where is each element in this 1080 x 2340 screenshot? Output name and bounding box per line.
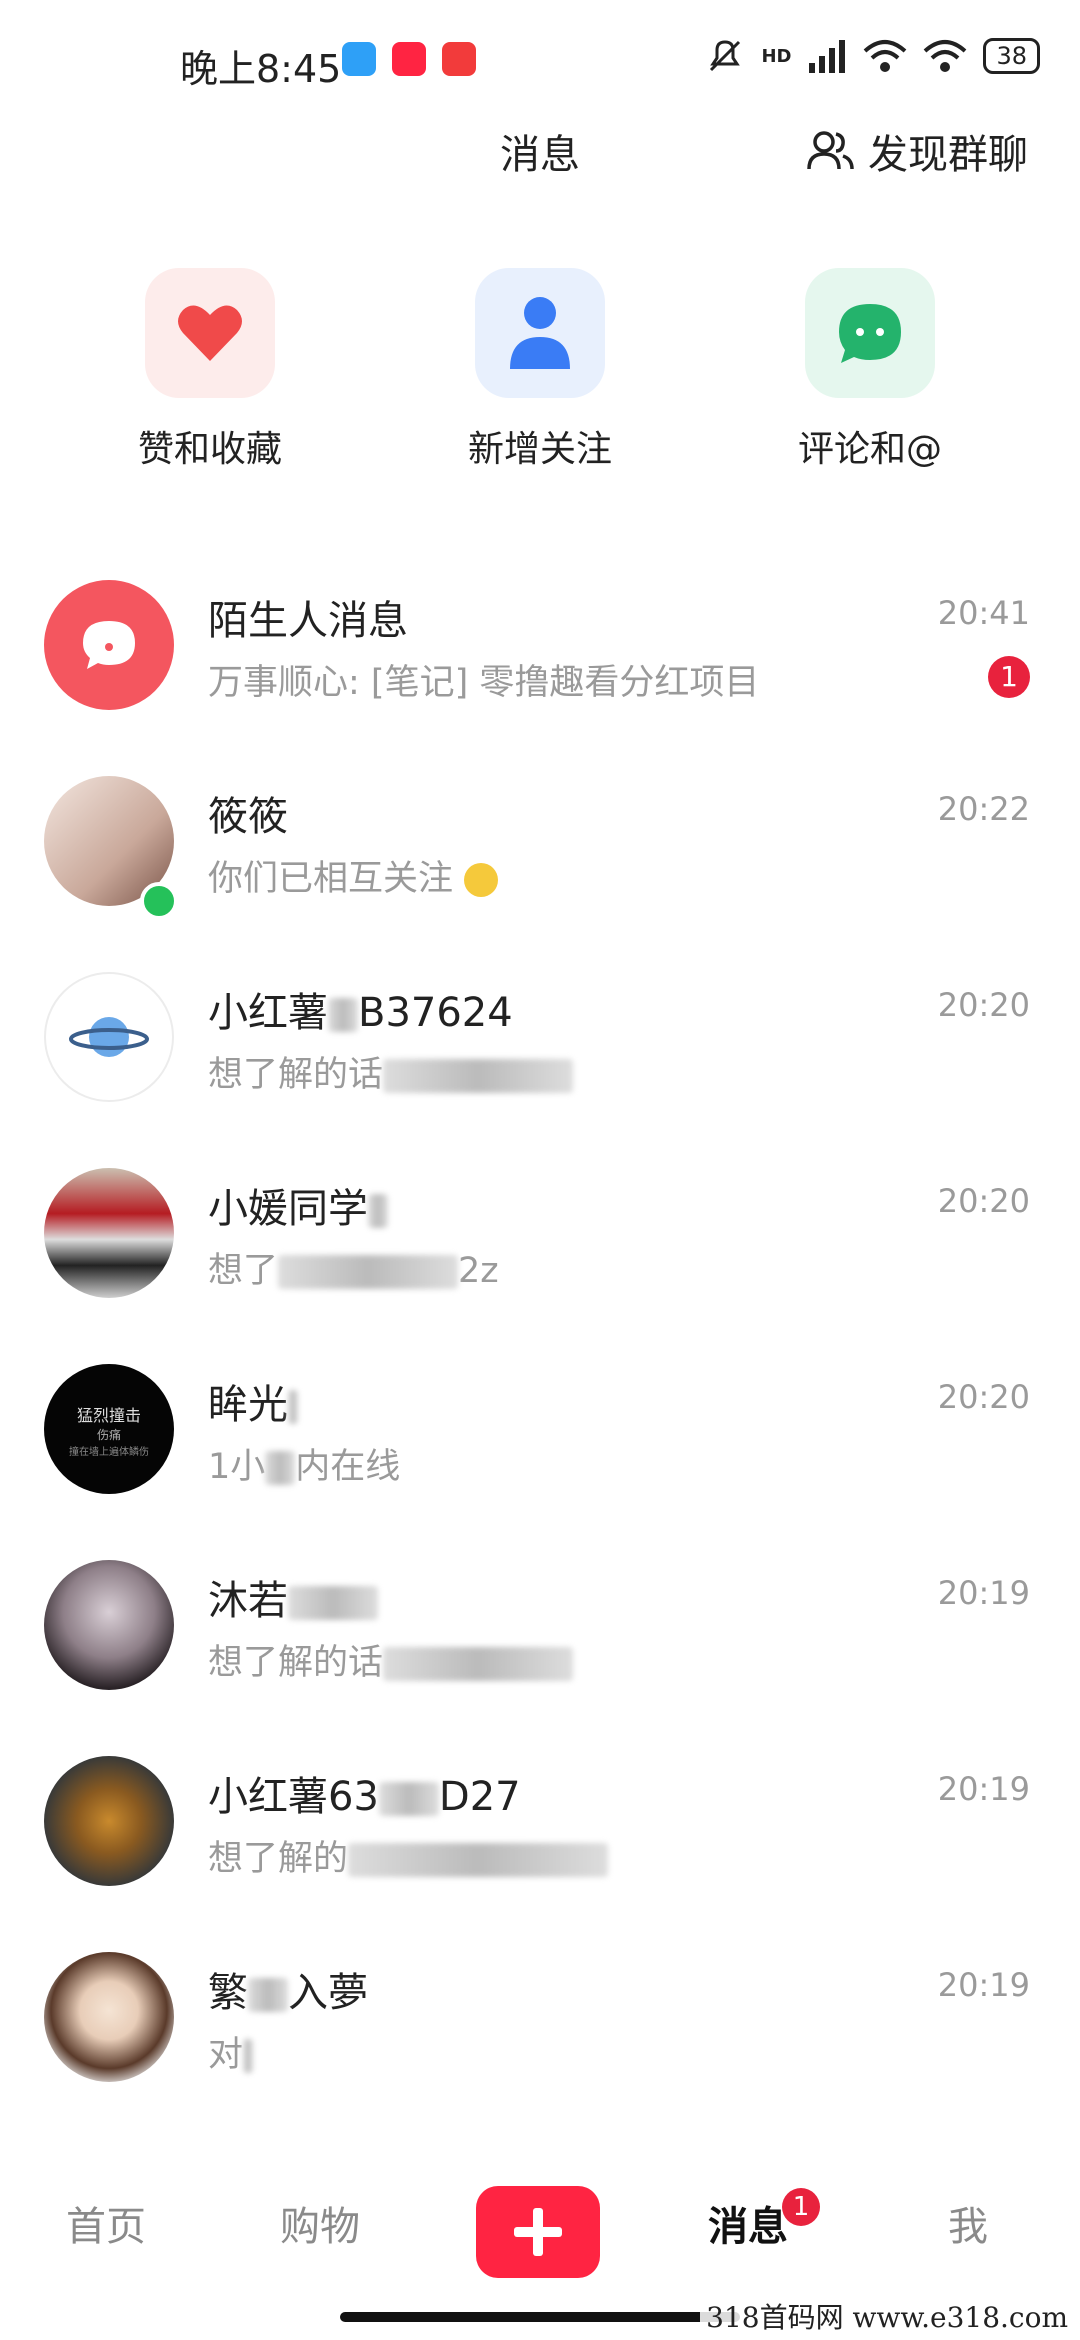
signal-icon <box>809 40 846 73</box>
conversation-time: 20:22 <box>937 790 1030 828</box>
conversation-preview: 你们已相互关注 <box>208 850 499 901</box>
person-icon <box>510 297 570 369</box>
conversation-row[interactable]: 沐若 想了解的话 20:19 <box>0 1550 1080 1746</box>
news-notification-icon <box>442 42 476 76</box>
conversation-time: 20:19 <box>937 1574 1030 1612</box>
new-followers-button[interactable]: 新增关注 <box>410 268 670 472</box>
conversation-row[interactable]: 繁入夢 对 20:19 <box>0 1942 1080 2138</box>
messages-tab-badge: 1 <box>782 2188 820 2226</box>
watermark: 318首码网 www.e318.com <box>700 2294 1074 2338</box>
conversation-row[interactable]: 筱筱 你们已相互关注 20:22 <box>0 766 1080 962</box>
discover-groups-label: 发现群聊 <box>868 132 1028 178</box>
app-notification-icon <box>342 42 376 76</box>
tab-me[interactable]: 我 <box>948 2194 988 2252</box>
comments-mentions-button[interactable]: 评论和@ <box>740 268 1000 472</box>
chat-bubble-icon <box>83 621 135 669</box>
avatar <box>44 1952 174 2082</box>
likes-collections-label: 赞和收藏 <box>137 429 282 470</box>
wifi-icon <box>864 40 907 72</box>
avatar <box>44 1756 174 1886</box>
blurred-text <box>265 1451 296 1485</box>
likes-collections-button[interactable]: 赞和收藏 <box>80 268 340 472</box>
conversation-time: 20:19 <box>937 1966 1030 2004</box>
blurred-text <box>243 2039 254 2073</box>
stranger-messages-avatar <box>44 580 174 710</box>
blurred-text <box>328 998 358 1032</box>
blurred-text <box>383 1059 574 1093</box>
avatar <box>44 972 174 1102</box>
tab-messages[interactable]: 消息 <box>708 2194 788 2252</box>
conversation-preview: 想了 2z <box>208 1251 499 1291</box>
conversation-name: 筱筱 <box>208 794 288 840</box>
wifi-icon-secondary <box>924 40 967 72</box>
create-post-button[interactable] <box>476 2186 600 2278</box>
online-status-dot <box>140 882 178 920</box>
conversation-time: 20:20 <box>937 1378 1030 1416</box>
blurred-text <box>278 1255 459 1289</box>
blurred-text <box>348 1843 609 1877</box>
home-indicator[interactable] <box>340 2312 740 2322</box>
status-bar: 晚上8:45 HD 38 <box>0 0 1080 100</box>
conversation-name: 小红薯63 D27 <box>208 1774 521 1820</box>
tab-home[interactable]: 首页 <box>66 2194 146 2252</box>
conversation-name: 沐若 <box>208 1568 378 1626</box>
conversation-time: 20:41 <box>937 594 1030 632</box>
conversation-time: 20:20 <box>937 1182 1030 1220</box>
conversation-time: 20:20 <box>937 986 1030 1024</box>
planet-icon <box>69 1017 149 1057</box>
blurred-text <box>378 1782 439 1816</box>
unread-badge: 1 <box>988 656 1030 698</box>
conversation-name: 小媛同学 <box>208 1176 388 1234</box>
plus-icon <box>514 2208 562 2256</box>
conversation-preview: 对 <box>208 2026 254 2077</box>
quick-actions: 赞和收藏 新增关注 评论和@ <box>0 268 1080 488</box>
conversation-name: 陌生人消息 <box>208 598 408 644</box>
comments-mentions-label: 评论和@ <box>797 429 942 470</box>
conversation-name: 繁入夢 <box>208 1970 368 2016</box>
conversation-preview: 万事顺心: [笔记] 零撸趣看分红项目 <box>208 663 760 703</box>
mute-icon <box>710 40 741 72</box>
conversation-time: 20:19 <box>937 1770 1030 1808</box>
conversation-row[interactable]: 小红薯 B37624 想了解的话 20:20 <box>0 962 1080 1158</box>
avatar: 猛烈撞击 伤痛 撞在墙上遍体鳞伤 <box>44 1364 174 1494</box>
conversation-stranger-messages[interactable]: 陌生人消息 万事顺心: [笔记] 零撸趣看分红项目 20:41 1 <box>0 570 1080 766</box>
battery-indicator: 38 <box>983 38 1040 74</box>
blurred-text <box>248 1978 288 2012</box>
blurred-text <box>288 1390 298 1424</box>
wink-emoji-icon <box>464 863 499 897</box>
conversation-row[interactable]: 小媛同学 想了 2z 20:20 <box>0 1158 1080 1354</box>
bottom-tab-bar: 首页 购物 消息 1 我 <box>0 2170 1080 2290</box>
conversation-row[interactable]: 猛烈撞击 伤痛 撞在墙上遍体鳞伤 眸光 1小 内在线 20:20 <box>0 1354 1080 1550</box>
tab-shopping[interactable]: 购物 <box>280 2194 360 2252</box>
conversation-name: 小红薯 B37624 <box>208 990 513 1036</box>
xiaohongshu-notification-icon <box>392 42 426 76</box>
blurred-text <box>383 1647 574 1681</box>
avatar <box>44 1168 174 1298</box>
blurred-text <box>288 1586 378 1620</box>
conversation-preview: 想了解的 <box>208 1830 609 1881</box>
hd-icon: HD <box>761 45 792 67</box>
discover-groups-button[interactable]: 发现群聊 <box>806 122 1028 180</box>
group-users-icon <box>807 131 854 170</box>
conversation-preview: 想了解的话 <box>208 1634 574 1685</box>
avatar <box>44 1560 174 1690</box>
heart-icon <box>178 305 242 361</box>
comment-icon <box>839 304 901 363</box>
conversation-row[interactable]: 小红薯63 D27 想了解的 20:19 <box>0 1746 1080 1942</box>
conversation-preview: 想了解的话 <box>208 1046 574 1097</box>
page-header: 消息 发现群聊 <box>0 110 1080 190</box>
blurred-text <box>368 1194 388 1228</box>
new-followers-label: 新增关注 <box>467 429 612 470</box>
conversation-preview: 1小 内在线 <box>208 1447 401 1487</box>
conversation-name: 眸光 <box>208 1372 298 1430</box>
